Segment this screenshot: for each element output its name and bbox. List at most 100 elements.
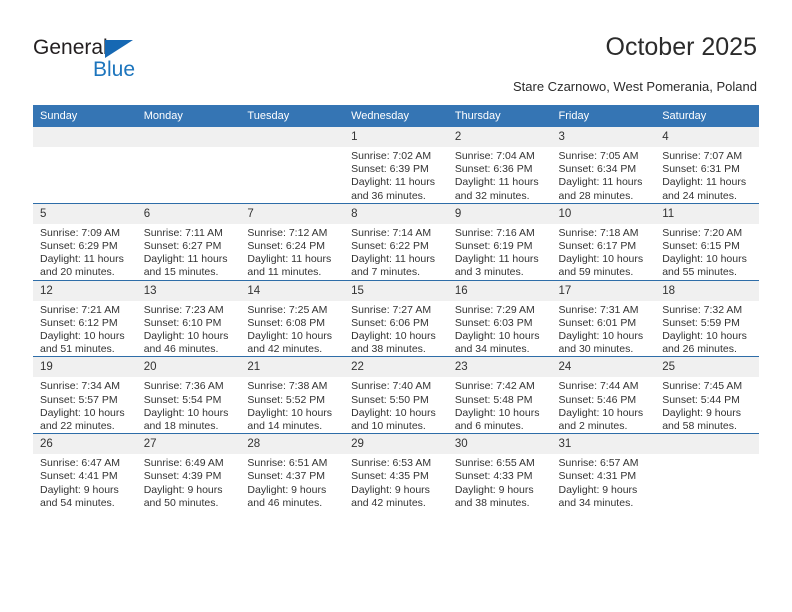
day-details (240, 147, 344, 150)
day-details: Sunrise: 7:40 AM Sunset: 5:50 PM Daylight:… (344, 377, 448, 433)
calendar-day-cell[interactable]: 9 Sunrise: 7:16 AM Sunset: 6:19 PM Daylight… (447, 202, 552, 281)
calendar-day-cell[interactable]: 21 Sunrise: 7:38 AM Sunset: 5:52 PM Dayligh… (240, 356, 345, 434)
day-details: Sunrise: 7:20 AM Sunset: 6:15 PM Daylight:… (655, 224, 759, 280)
calendar-day-cell[interactable]: 29 Sunrise: 6:53 AM Sunset: 4:35 PM Dayligh… (344, 433, 448, 511)
calendar-day-cell[interactable]: 6 Sunrise: 7:11 AM Sunset: 6:27 PM Daylight… (136, 202, 241, 281)
daylight-duration-line1: Daylight: 10 hours (454, 406, 540, 419)
sunset-time: Sunset: 6:08 PM (247, 316, 326, 329)
day-details: Sunrise: 7:34 AM Sunset: 5:57 PM Daylight:… (33, 377, 137, 433)
calendar-day-cell[interactable]: 2 Sunrise: 7:04 AM Sunset: 6:36 PM Daylight… (447, 127, 552, 204)
daylight-duration-line2: and 26 minutes. (662, 343, 737, 356)
daylight-duration-line2: and 34 minutes. (558, 496, 634, 509)
calendar-day-cell[interactable]: 24 Sunrise: 7:44 AM Sunset: 5:46 PM Dayligh… (551, 356, 656, 434)
daylight-duration-line1: Daylight: 10 hours (558, 330, 644, 343)
day-number: 19 (33, 357, 137, 378)
sunset-time: Sunset: 6:22 PM (351, 240, 429, 253)
calendar-day-cell[interactable]: 25 Sunrise: 7:45 AM Sunset: 5:44 PM Dayligh… (655, 356, 759, 434)
calendar-day-cell[interactable]: 17 Sunrise: 7:31 AM Sunset: 6:01 PM Dayligh… (551, 279, 656, 357)
day-number (33, 127, 137, 147)
calendar-day-cell[interactable]: 1 Sunrise: 7:02 AM Sunset: 6:39 PM Daylight… (344, 127, 448, 204)
calendar-page: General Blue October 2025 Stare Czarnowo… (0, 0, 792, 612)
daylight-duration-line1: Daylight: 10 hours (662, 253, 747, 266)
calendar-day-cell[interactable]: 27 Sunrise: 6:49 AM Sunset: 4:39 PM Dayligh… (136, 433, 241, 511)
calendar-day-cell[interactable]: 26 Sunrise: 6:47 AM Sunset: 4:41 PM Dayligh… (33, 433, 137, 511)
daylight-duration-line1: Daylight: 11 hours (351, 253, 435, 266)
sunset-time: Sunset: 6:36 PM (454, 163, 533, 176)
daylight-duration-line2: and 42 minutes. (247, 343, 323, 356)
calendar-day-cell[interactable]: 16 Sunrise: 7:29 AM Sunset: 6:03 PM Dayligh… (447, 279, 552, 357)
calendar-day-cell[interactable]: 13 Sunrise: 7:23 AM Sunset: 6:10 PM Dayligh… (136, 279, 241, 357)
calendar-day-cell[interactable]: 22 Sunrise: 7:40 AM Sunset: 5:50 PM Dayligh… (344, 356, 448, 434)
sunset-time: Sunset: 5:59 PM (662, 316, 740, 329)
sunrise-time: Sunrise: 7:44 AM (558, 380, 639, 393)
daylight-duration-line1: Daylight: 10 hours (247, 330, 333, 343)
general-blue-logo[interactable]: General Blue (33, 36, 173, 84)
sunrise-time: Sunrise: 7:21 AM (40, 303, 120, 316)
day-details: Sunrise: 7:09 AM Sunset: 6:29 PM Daylight:… (33, 224, 137, 280)
daylight-duration-line2: and 14 minutes. (247, 420, 323, 433)
calendar-day-cell[interactable]: 7 Sunrise: 7:12 AM Sunset: 6:24 PM Daylight… (240, 202, 345, 281)
calendar-day-cell[interactable]: 30 Sunrise: 6:55 AM Sunset: 4:33 PM Dayligh… (447, 433, 552, 511)
calendar-day-cell[interactable]: 5 Sunrise: 7:09 AM Sunset: 6:29 PM Daylight… (33, 202, 137, 281)
sunrise-time: Sunrise: 7:32 AM (662, 303, 743, 316)
calendar-day-cell[interactable]: 20 Sunrise: 7:36 AM Sunset: 5:54 PM Dayligh… (136, 356, 241, 434)
day-details: Sunrise: 7:07 AM Sunset: 6:31 PM Daylight:… (655, 147, 759, 203)
sunrise-time: Sunrise: 7:05 AM (558, 150, 639, 162)
sunset-time: Sunset: 5:44 PM (662, 393, 740, 406)
calendar-day-cell[interactable]: 23 Sunrise: 7:42 AM Sunset: 5:48 PM Dayligh… (447, 356, 552, 434)
sunset-time: Sunset: 5:48 PM (454, 393, 533, 406)
calendar-day-cell[interactable]: 28 Sunrise: 6:51 AM Sunset: 4:37 PM Dayligh… (240, 433, 345, 511)
daylight-duration-line2: and 51 minutes. (40, 343, 115, 356)
sunset-time: Sunset: 5:46 PM (558, 393, 637, 406)
daylight-duration-line1: Daylight: 11 hours (143, 253, 228, 266)
daylight-duration-line1: Daylight: 9 hours (454, 483, 534, 496)
daylight-duration-line2: and 10 minutes. (351, 420, 426, 433)
calendar-day-cell[interactable]: 18 Sunrise: 7:32 AM Sunset: 5:59 PM Dayligh… (655, 279, 759, 357)
calendar-day-cell[interactable]: 10 Sunrise: 7:18 AM Sunset: 6:17 PM Dayligh… (551, 202, 656, 281)
sunrise-time: Sunrise: 7:23 AM (143, 303, 224, 316)
calendar-day-cell[interactable]: 8 Sunrise: 7:14 AM Sunset: 6:22 PM Daylight… (344, 202, 448, 281)
calendar-day-cell[interactable]: 31 Sunrise: 6:57 AM Sunset: 4:31 PM Dayligh… (551, 433, 656, 511)
daylight-duration-line2: and 2 minutes. (558, 420, 628, 433)
weekday-header-saturday: Saturday (655, 105, 759, 127)
day-number: 27 (136, 434, 241, 455)
day-number (136, 127, 241, 147)
sunrise-time: Sunrise: 7:34 AM (40, 380, 120, 393)
page-title: October 2025 (605, 33, 758, 61)
day-number: 11 (655, 203, 759, 224)
daylight-duration-line1: Daylight: 10 hours (143, 330, 229, 343)
logo-text-general: General (33, 36, 108, 59)
sunrise-time: Sunrise: 6:57 AM (558, 457, 639, 470)
day-number (655, 434, 759, 455)
day-number: 31 (551, 434, 656, 455)
calendar-day-cell[interactable]: 14 Sunrise: 7:25 AM Sunset: 6:08 PM Dayligh… (240, 279, 345, 357)
sunrise-time: Sunrise: 7:42 AM (454, 380, 535, 393)
sunrise-time: Sunrise: 7:36 AM (143, 380, 224, 393)
calendar-day-cell[interactable]: 3 Sunrise: 7:05 AM Sunset: 6:34 PM Daylight… (551, 127, 656, 204)
day-details: Sunrise: 7:44 AM Sunset: 5:46 PM Daylight:… (552, 377, 656, 433)
day-details: Sunrise: 6:57 AM Sunset: 4:31 PM Daylight:… (552, 454, 656, 510)
day-number: 12 (33, 280, 137, 301)
daylight-duration-line2: and 15 minutes. (143, 266, 219, 279)
calendar-day-cell[interactable]: 12 Sunrise: 7:21 AM Sunset: 6:12 PM Dayligh… (33, 279, 137, 357)
day-details: Sunrise: 7:11 AM Sunset: 6:27 PM Daylight:… (137, 224, 241, 280)
sunset-time: Sunset: 6:31 PM (662, 163, 740, 176)
day-number: 2 (447, 127, 552, 147)
calendar-day-cell[interactable]: 15 Sunrise: 7:27 AM Sunset: 6:06 PM Dayligh… (344, 279, 448, 357)
calendar-week-row: 19 Sunrise: 7:34 AM Sunset: 5:57 PM Dayligh… (33, 356, 759, 434)
day-number: 16 (447, 280, 552, 301)
calendar-day-cell[interactable]: 4 Sunrise: 7:07 AM Sunset: 6:31 PM Daylight… (655, 127, 759, 204)
sunset-time: Sunset: 6:03 PM (454, 316, 533, 329)
sunrise-time: Sunrise: 6:49 AM (143, 457, 224, 470)
daylight-duration-line1: Daylight: 11 hours (558, 176, 643, 189)
day-number: 30 (447, 434, 552, 455)
calendar-day-cell[interactable]: 19 Sunrise: 7:34 AM Sunset: 5:57 PM Dayligh… (33, 356, 137, 434)
calendar-day-cell[interactable]: 11 Sunrise: 7:20 AM Sunset: 6:15 PM Dayligh… (655, 202, 759, 281)
daylight-duration-line1: Daylight: 10 hours (247, 406, 333, 419)
daylight-duration-line1: Daylight: 10 hours (143, 406, 229, 419)
day-details: Sunrise: 7:02 AM Sunset: 6:39 PM Daylight:… (344, 147, 448, 203)
sunrise-time: Sunrise: 6:47 AM (40, 457, 120, 470)
daylight-duration-line1: Daylight: 9 hours (40, 483, 119, 496)
day-number: 9 (447, 203, 552, 224)
day-number: 13 (136, 280, 241, 301)
